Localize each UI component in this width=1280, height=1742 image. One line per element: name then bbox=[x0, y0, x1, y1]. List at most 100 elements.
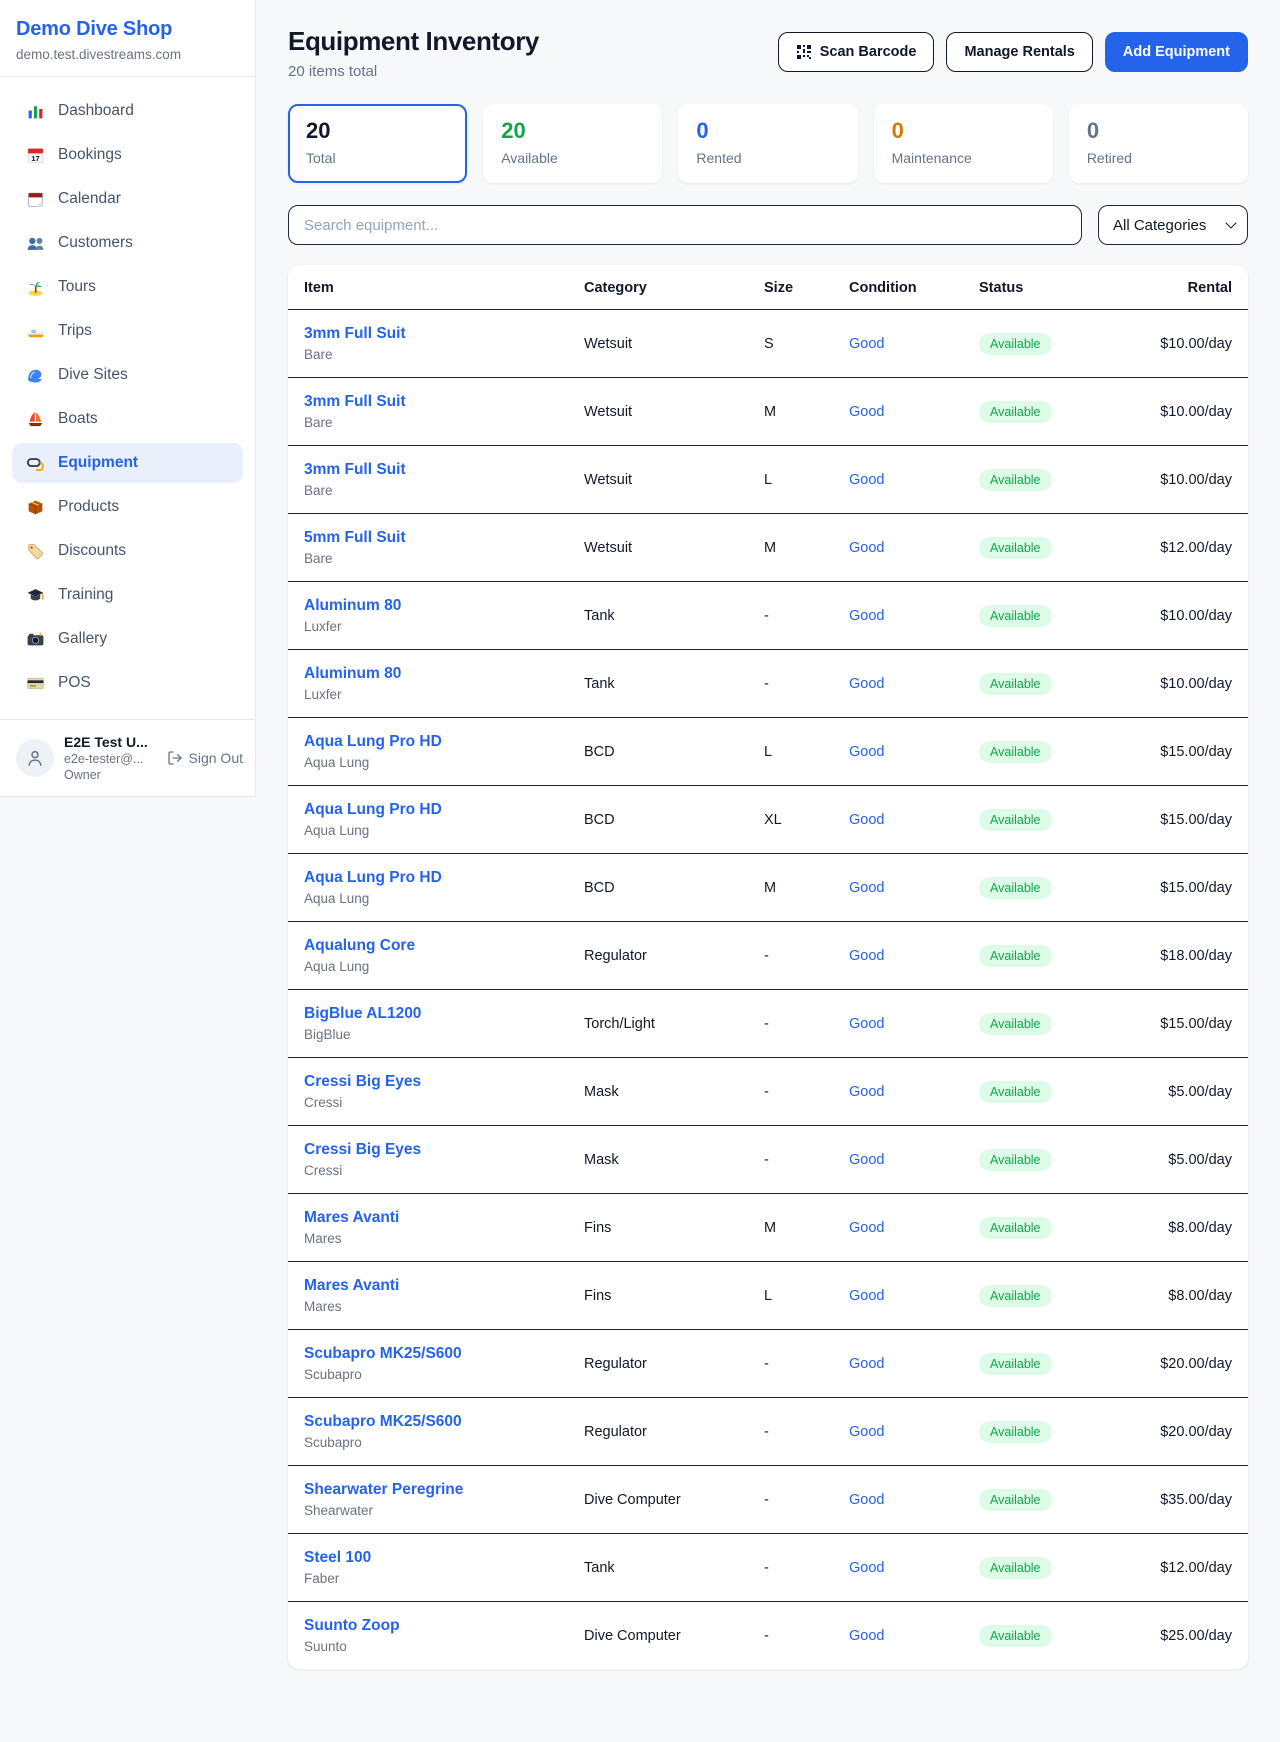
category-select-wrap: All Categories bbox=[1098, 205, 1248, 245]
stat-card-rented[interactable]: 0 Rented bbox=[678, 104, 857, 183]
item-name-link[interactable]: Mares Avanti bbox=[304, 1209, 552, 1227]
condition-link[interactable]: Good bbox=[849, 608, 884, 624]
sidebar-item-dive-sites[interactable]: Dive Sites bbox=[12, 355, 243, 395]
item-name-link[interactable]: Steel 100 bbox=[304, 1549, 552, 1567]
item-name-link[interactable]: 3mm Full Suit bbox=[304, 393, 552, 411]
item-category: BCD bbox=[568, 718, 748, 786]
item-name-link[interactable]: Suunto Zoop bbox=[304, 1617, 552, 1635]
table-row[interactable]: Suunto Zoop Suunto Dive Computer - Good … bbox=[288, 1602, 1248, 1670]
stat-card-available[interactable]: 20 Available bbox=[483, 104, 662, 183]
sidebar-item-dashboard[interactable]: Dashboard bbox=[12, 91, 243, 131]
table-row[interactable]: Scubapro MK25/S600 Scubapro Regulator - … bbox=[288, 1398, 1248, 1466]
table-row[interactable]: Mares Avanti Mares Fins L Good Available… bbox=[288, 1262, 1248, 1330]
stat-card-retired[interactable]: 0 Retired bbox=[1069, 104, 1248, 183]
condition-link[interactable]: Good bbox=[849, 948, 884, 964]
table-row[interactable]: Shearwater Peregrine Shearwater Dive Com… bbox=[288, 1466, 1248, 1534]
table-row[interactable]: Scubapro MK25/S600 Scubapro Regulator - … bbox=[288, 1330, 1248, 1398]
add-equipment-button[interactable]: Add Equipment bbox=[1105, 32, 1248, 72]
item-name-link[interactable]: Mares Avanti bbox=[304, 1277, 552, 1295]
sidebar-item-products[interactable]: Products bbox=[12, 487, 243, 527]
stat-card-total[interactable]: 20 Total bbox=[288, 104, 467, 183]
sidebar-item-bookings[interactable]: 17 Bookings bbox=[12, 135, 243, 175]
item-name-link[interactable]: Aqualung Core bbox=[304, 937, 552, 955]
item-name-link[interactable]: Shearwater Peregrine bbox=[304, 1481, 552, 1499]
table-row[interactable]: Aqua Lung Pro HD Aqua Lung BCD M Good Av… bbox=[288, 854, 1248, 922]
status-badge: Available bbox=[979, 1285, 1052, 1307]
sign-out-button[interactable]: Sign Out bbox=[167, 750, 243, 766]
scan-barcode-button[interactable]: Scan Barcode bbox=[778, 32, 935, 72]
table-row[interactable]: 3mm Full Suit Bare Wetsuit M Good Availa… bbox=[288, 378, 1248, 446]
sidebar-item-pos[interactable]: POS bbox=[12, 663, 243, 703]
condition-link[interactable]: Good bbox=[849, 744, 884, 760]
table-head: Item Category Size Condition Status Rent… bbox=[288, 265, 1248, 310]
item-name-link[interactable]: Aqua Lung Pro HD bbox=[304, 733, 552, 751]
condition-link[interactable]: Good bbox=[849, 1424, 884, 1440]
sidebar-item-equipment[interactable]: Equipment bbox=[12, 443, 243, 483]
condition-link[interactable]: Good bbox=[849, 1152, 884, 1168]
sidebar-item-customers[interactable]: Customers bbox=[12, 223, 243, 263]
status-badge: Available bbox=[979, 809, 1052, 831]
condition-link[interactable]: Good bbox=[849, 404, 884, 420]
condition-link[interactable]: Good bbox=[849, 1560, 884, 1576]
item-name-link[interactable]: Cressi Big Eyes bbox=[304, 1073, 552, 1091]
condition-link[interactable]: Good bbox=[849, 676, 884, 692]
status-badge: Available bbox=[979, 877, 1052, 899]
item-name-link[interactable]: Aluminum 80 bbox=[304, 665, 552, 683]
table-row[interactable]: 3mm Full Suit Bare Wetsuit S Good Availa… bbox=[288, 310, 1248, 378]
item-name-link[interactable]: 3mm Full Suit bbox=[304, 325, 552, 343]
table-row[interactable]: Aqua Lung Pro HD Aqua Lung BCD XL Good A… bbox=[288, 786, 1248, 854]
column-header-size: Size bbox=[748, 265, 833, 310]
condition-link[interactable]: Good bbox=[849, 1016, 884, 1032]
item-name-link[interactable]: 5mm Full Suit bbox=[304, 529, 552, 547]
item-brand: Aqua Lung bbox=[304, 959, 552, 974]
sidebar-item-gallery[interactable]: Gallery bbox=[12, 619, 243, 659]
sidebar-item-training[interactable]: Training bbox=[12, 575, 243, 615]
table-row[interactable]: Cressi Big Eyes Cressi Mask - Good Avail… bbox=[288, 1058, 1248, 1126]
table-row[interactable]: 3mm Full Suit Bare Wetsuit L Good Availa… bbox=[288, 446, 1248, 514]
table-row[interactable]: BigBlue AL1200 BigBlue Torch/Light - Goo… bbox=[288, 990, 1248, 1058]
search-input[interactable] bbox=[288, 205, 1082, 245]
sidebar-item-tours[interactable]: Tours bbox=[12, 267, 243, 307]
sidebar-item-boats[interactable]: Boats bbox=[12, 399, 243, 439]
sidebar-item-discounts[interactable]: Discounts bbox=[12, 531, 243, 571]
item-name-link[interactable]: BigBlue AL1200 bbox=[304, 1005, 552, 1023]
condition-link[interactable]: Good bbox=[849, 1356, 884, 1372]
table-row[interactable]: Steel 100 Faber Tank - Good Available $1… bbox=[288, 1534, 1248, 1602]
condition-link[interactable]: Good bbox=[849, 812, 884, 828]
item-name-link[interactable]: Aqua Lung Pro HD bbox=[304, 801, 552, 819]
table-row[interactable]: Aluminum 80 Luxfer Tank - Good Available… bbox=[288, 582, 1248, 650]
condition-link[interactable]: Good bbox=[849, 1220, 884, 1236]
bar-chart-icon bbox=[26, 102, 45, 121]
condition-link[interactable]: Good bbox=[849, 1492, 884, 1508]
table-row[interactable]: Cressi Big Eyes Cressi Mask - Good Avail… bbox=[288, 1126, 1248, 1194]
table-row[interactable]: Aqualung Core Aqua Lung Regulator - Good… bbox=[288, 922, 1248, 990]
table-row[interactable]: 5mm Full Suit Bare Wetsuit M Good Availa… bbox=[288, 514, 1248, 582]
item-category: Fins bbox=[568, 1194, 748, 1262]
item-name-link[interactable]: 3mm Full Suit bbox=[304, 461, 552, 479]
item-name-link[interactable]: Scubapro MK25/S600 bbox=[304, 1413, 552, 1431]
table-row[interactable]: Mares Avanti Mares Fins M Good Available… bbox=[288, 1194, 1248, 1262]
sidebar-item-calendar[interactable]: Calendar bbox=[12, 179, 243, 219]
condition-link[interactable]: Good bbox=[849, 880, 884, 896]
table-row[interactable]: Aluminum 80 Luxfer Tank - Good Available… bbox=[288, 650, 1248, 718]
condition-link[interactable]: Good bbox=[849, 1084, 884, 1100]
stat-card-maintenance[interactable]: 0 Maintenance bbox=[874, 104, 1053, 183]
manage-rentals-button[interactable]: Manage Rentals bbox=[946, 32, 1092, 72]
category-select[interactable]: All Categories bbox=[1098, 205, 1248, 245]
item-name-link[interactable]: Aluminum 80 bbox=[304, 597, 552, 615]
item-size: - bbox=[748, 1602, 833, 1670]
item-name-link[interactable]: Cressi Big Eyes bbox=[304, 1141, 552, 1159]
sidebar-item-trips[interactable]: Trips bbox=[12, 311, 243, 351]
table-row[interactable]: Aqua Lung Pro HD Aqua Lung BCD L Good Av… bbox=[288, 718, 1248, 786]
item-rental: $8.00/day bbox=[1121, 1262, 1248, 1330]
column-header-rental: Rental bbox=[1121, 265, 1248, 310]
item-size: - bbox=[748, 1398, 833, 1466]
condition-link[interactable]: Good bbox=[849, 1628, 884, 1644]
item-name-link[interactable]: Aqua Lung Pro HD bbox=[304, 869, 552, 887]
item-name-link[interactable]: Scubapro MK25/S600 bbox=[304, 1345, 552, 1363]
condition-link[interactable]: Good bbox=[849, 1288, 884, 1304]
condition-link[interactable]: Good bbox=[849, 540, 884, 556]
condition-link[interactable]: Good bbox=[849, 336, 884, 352]
item-rental: $25.00/day bbox=[1121, 1602, 1248, 1670]
condition-link[interactable]: Good bbox=[849, 472, 884, 488]
